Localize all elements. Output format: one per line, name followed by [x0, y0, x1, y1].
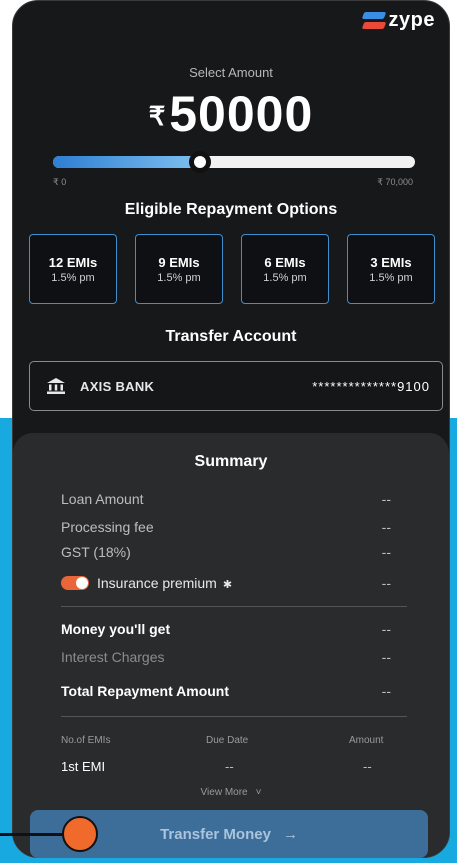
phone-screen: zype Select Amount ₹50000 ₹ 0 ₹ 70,000 E…: [12, 0, 450, 858]
emi-option-rate: 1.5% pm: [263, 271, 307, 284]
emi-option-9[interactable]: 9 EMIs 1.5% pm: [135, 234, 223, 304]
row-value: --: [381, 649, 391, 665]
divider: [61, 606, 407, 607]
column-header-emis: No.of EMIs: [61, 735, 111, 746]
summary-row-insurance: Insurance premium ✱ --: [61, 575, 391, 591]
summary-row-gst: GST (18%) --: [61, 544, 391, 560]
summary-row-money-you-get: Money you'll get --: [61, 621, 391, 637]
row-value: --: [381, 621, 391, 637]
view-more-label: View More: [200, 787, 248, 798]
summary-title: Summary: [194, 453, 268, 470]
row-label: GST (18%): [61, 544, 131, 560]
row-value: --: [381, 519, 391, 535]
emi-row-amount: --: [363, 759, 372, 774]
currency-symbol: ₹: [148, 101, 166, 131]
select-amount-label: Select Amount: [189, 65, 273, 80]
row-value: --: [381, 544, 391, 560]
divider: [61, 716, 407, 717]
range-min-label: ₹ 0: [53, 177, 67, 187]
row-value: --: [381, 683, 391, 699]
column-header-amount: Amount: [349, 735, 384, 746]
view-more-link[interactable]: View More ˅: [13, 787, 449, 798]
emi-option-label: 3 EMIs: [370, 254, 412, 270]
emi-row-label: 1st EMI: [61, 759, 106, 774]
pointer-line: [0, 833, 68, 836]
row-label: Money you'll get: [61, 621, 171, 637]
insurance-item: Insurance premium ✱: [61, 575, 232, 591]
zype-logo-icon: [361, 10, 386, 32]
brand-logo: zype: [361, 9, 435, 32]
insurance-toggle[interactable]: [61, 576, 89, 590]
emi-option-12[interactable]: 12 EMIs 1.5% pm: [29, 234, 117, 304]
bank-name: AXIS BANK: [80, 378, 155, 394]
row-label: Insurance premium: [97, 575, 217, 591]
slider-fill: [53, 156, 200, 168]
amount-value: 50000: [169, 86, 314, 142]
pointer-dot-annotation: [62, 816, 98, 852]
transfer-account-title: Transfer Account: [165, 328, 297, 345]
summary-panel: Summary Loan Amount -- Processing fee --…: [13, 433, 449, 857]
emi-option-label: 12 EMIs: [48, 254, 98, 270]
emi-option-6[interactable]: 6 EMIs 1.5% pm: [241, 234, 329, 304]
emi-option-label: 6 EMIs: [264, 254, 306, 270]
row-label: Processing fee: [61, 519, 154, 535]
emi-options: 12 EMIs 1.5% pm 9 EMIs 1.5% pm 6 EMIs 1.…: [29, 234, 443, 304]
transfer-money-label: Transfer Money: [160, 825, 271, 843]
range-max-label: ₹ 70,000: [377, 177, 413, 187]
summary-row-processing-fee: Processing fee --: [61, 519, 391, 535]
bank-account-selector[interactable]: AXIS BANK **************9100: [29, 361, 443, 411]
emi-option-rate: 1.5% pm: [51, 271, 95, 284]
summary-row-loan-amount: Loan Amount --: [61, 491, 391, 507]
summary-row-interest: Interest Charges --: [61, 649, 391, 665]
row-value: --: [381, 491, 391, 507]
emi-option-label: 9 EMIs: [158, 254, 200, 270]
emi-option-rate: 1.5% pm: [157, 271, 201, 284]
emi-row-due-date: --: [225, 759, 234, 774]
emi-option-3[interactable]: 3 EMIs 1.5% pm: [347, 234, 435, 304]
row-label: Interest Charges: [61, 649, 165, 665]
masked-account-number: **************9100: [312, 378, 430, 394]
column-header-due-date: Due Date: [206, 735, 249, 746]
row-label: Total Repayment Amount: [61, 683, 230, 699]
brand-name: zype: [388, 9, 435, 31]
row-label: Loan Amount: [61, 491, 144, 507]
chevron-down-icon: ˅: [255, 787, 262, 798]
arrow-right-icon: →: [282, 825, 298, 843]
row-value: --: [381, 575, 391, 591]
info-icon[interactable]: ✱: [223, 579, 232, 591]
repayment-options-title: Eligible Repayment Options: [124, 201, 338, 218]
amount-display: ₹50000: [13, 85, 449, 143]
emi-option-rate: 1.5% pm: [369, 271, 413, 284]
bank-icon: [47, 378, 65, 394]
slider-handle[interactable]: [188, 151, 211, 173]
summary-row-total: Total Repayment Amount --: [61, 683, 391, 699]
amount-slider[interactable]: [53, 151, 415, 173]
